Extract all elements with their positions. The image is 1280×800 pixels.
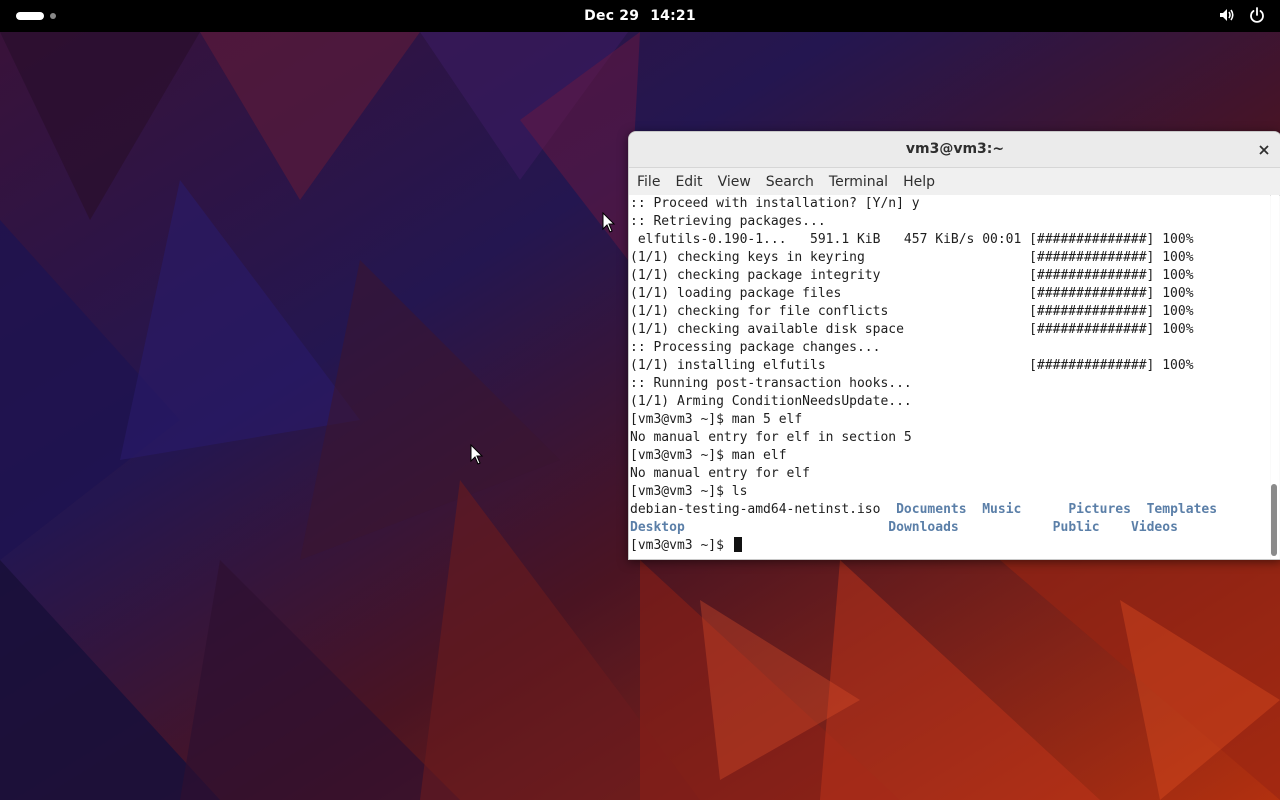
top-bar: Dec 29 14:21 bbox=[0, 0, 1280, 32]
ls-entry-music: Music bbox=[982, 502, 1022, 517]
terminal-line: [vm3@vm3 ~]$ man 5 elf bbox=[630, 412, 803, 427]
terminal-line: :: Proceed with installation? [Y/n] y bbox=[630, 196, 920, 211]
clock-time: 14:21 bbox=[650, 8, 696, 24]
volume-icon[interactable] bbox=[1218, 6, 1236, 24]
ls-entry-desktop: Desktop bbox=[630, 520, 685, 535]
terminal-line: [vm3@vm3 ~]$ man elf bbox=[630, 448, 787, 463]
terminal-line: (1/1) Arming ConditionNeedsUpdate... bbox=[630, 394, 912, 409]
close-button[interactable] bbox=[1253, 139, 1275, 161]
terminal-line: elfutils-0.190-1... 591.1 KiB 457 KiB/s … bbox=[630, 232, 1194, 247]
terminal-line: (1/1) checking keys in keyring [########… bbox=[630, 250, 1194, 265]
shell-prompt: [vm3@vm3 ~]$ bbox=[630, 538, 732, 553]
terminal-scrollbar[interactable] bbox=[1271, 195, 1279, 559]
terminal-line: [vm3@vm3 ~]$ ls bbox=[630, 484, 748, 499]
close-icon bbox=[1259, 145, 1269, 155]
terminal-line: :: Running post-transaction hooks... bbox=[630, 376, 912, 391]
menu-file[interactable]: File bbox=[637, 174, 667, 190]
terminal-line: :: Retrieving packages... bbox=[630, 214, 826, 229]
terminal-line: (1/1) loading package files [###########… bbox=[630, 286, 1194, 301]
menu-bar: File Edit View Search Terminal Help bbox=[629, 168, 1280, 196]
ls-entry-public: Public bbox=[1052, 520, 1100, 535]
ls-output-row: Desktop Downloads Public Videos bbox=[630, 519, 1270, 537]
menu-edit[interactable]: Edit bbox=[675, 174, 709, 190]
terminal-output[interactable]: :: Proceed with installation? [Y/n] y ::… bbox=[629, 195, 1270, 559]
ls-output-row: debian-testing-amd64-netinst.iso Documen… bbox=[630, 501, 1270, 519]
menu-search[interactable]: Search bbox=[766, 174, 821, 190]
terminal-line: :: Processing package changes... bbox=[630, 340, 881, 355]
terminal-line: No manual entry for elf in section 5 bbox=[630, 430, 912, 445]
terminal-line: (1/1) checking package integrity [######… bbox=[630, 268, 1194, 283]
clock-date: Dec 29 bbox=[584, 8, 640, 24]
clock[interactable]: Dec 29 14:21 bbox=[0, 0, 1280, 32]
menu-terminal[interactable]: Terminal bbox=[829, 174, 895, 190]
ls-entry-documents: Documents bbox=[896, 502, 967, 517]
mouse-pointer-icon bbox=[470, 444, 484, 465]
text-cursor bbox=[733, 537, 742, 552]
ls-entry-downloads: Downloads bbox=[888, 520, 959, 535]
ls-entry-templates: Templates bbox=[1146, 502, 1218, 517]
terminal-line: (1/1) installing elfutils [#############… bbox=[630, 358, 1194, 373]
window-title: vm3@vm3:~ bbox=[905, 141, 1005, 157]
system-tray[interactable] bbox=[1218, 6, 1266, 24]
ls-entry-iso: debian-testing-amd64-netinst.iso bbox=[630, 502, 881, 517]
terminal-line: No manual entry for elf bbox=[630, 466, 811, 481]
window-titlebar[interactable]: vm3@vm3:~ bbox=[629, 132, 1280, 168]
menu-view[interactable]: View bbox=[718, 174, 758, 190]
terminal-line: (1/1) checking available disk space [###… bbox=[630, 322, 1194, 337]
terminal-window[interactable]: vm3@vm3:~ File Edit View Search Terminal… bbox=[628, 131, 1280, 560]
ls-entry-videos: Videos bbox=[1130, 520, 1178, 535]
power-icon[interactable] bbox=[1248, 6, 1266, 24]
menu-help[interactable]: Help bbox=[903, 174, 942, 190]
terminal-line: (1/1) checking for file conflicts [#####… bbox=[630, 304, 1194, 319]
ls-entry-pictures: Pictures bbox=[1068, 502, 1131, 517]
mouse-pointer-icon bbox=[602, 212, 616, 233]
prompt-line[interactable]: [vm3@vm3 ~]$ bbox=[630, 537, 1270, 555]
scrollbar-thumb[interactable] bbox=[1271, 484, 1277, 556]
